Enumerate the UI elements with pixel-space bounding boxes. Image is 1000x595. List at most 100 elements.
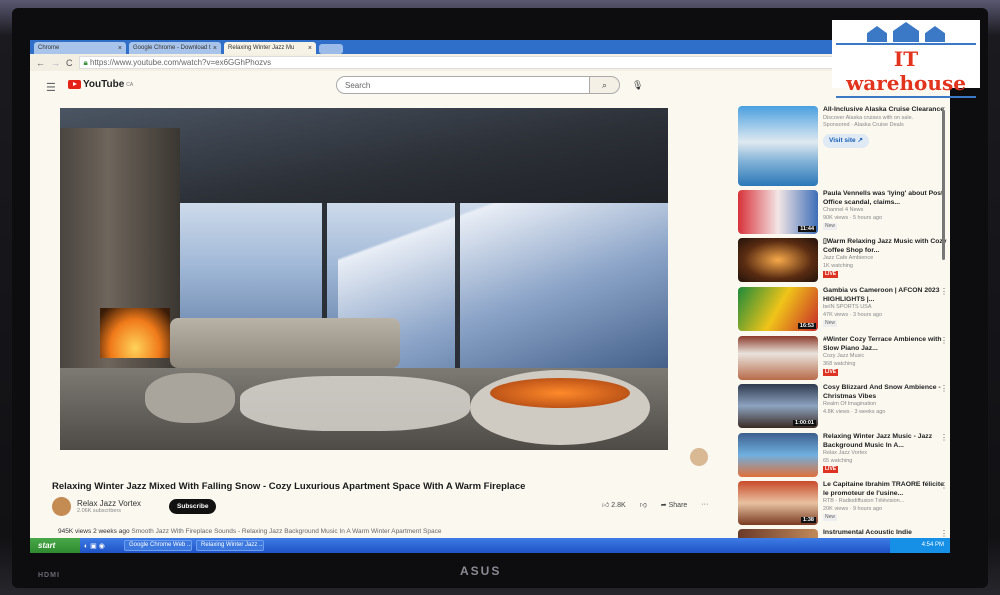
ad-item[interactable]: All-Inclusive Alaska Cruise Clearance Di… <box>738 106 948 186</box>
dislike-button[interactable]: 👎︎ <box>640 500 647 509</box>
more-options-icon[interactable]: ⋮ <box>940 481 948 490</box>
houses-logo-icon <box>832 22 980 42</box>
video-title[interactable]: Cosy Blizzard And Snow Ambience - Christ… <box>823 384 948 401</box>
microphone-icon[interactable]: 🎙︎ <box>632 80 643 91</box>
close-icon[interactable]: × <box>308 45 312 52</box>
video-title[interactable]: Relaxing Winter Jazz Music - Jazz Backgr… <box>823 433 948 450</box>
taskbar: start ◐ ▣ ◉ Google Chrome Web ... Relaxi… <box>30 538 950 553</box>
tab-chrome-download[interactable]: Google Chrome - Download t × <box>129 42 221 54</box>
ad-thumbnail[interactable] <box>738 106 818 186</box>
video-title[interactable]: ▯Warm Relaxing Jazz Music with Cozy Coff… <box>823 238 948 255</box>
live-badge: LIVE <box>823 369 839 376</box>
recommended-video[interactable]: Relaxing Winter Jazz Music - Jazz Backgr… <box>738 433 948 477</box>
recommended-video[interactable]: ▯Warm Relaxing Jazz Music with Cozy Coff… <box>738 238 948 282</box>
youtube-logo[interactable]: YouTube CA <box>68 79 133 90</box>
video-thumbnail[interactable] <box>738 238 818 282</box>
video-meta: Paula Vennells was 'lying' about Post Of… <box>823 190 948 234</box>
tab-chrome[interactable]: Chrome × <box>34 42 126 54</box>
close-icon[interactable]: × <box>118 45 122 52</box>
ad-title[interactable]: All-Inclusive Alaska Cruise Clearance <box>823 106 948 115</box>
thumbs-down-icon: 👎︎ <box>639 502 647 509</box>
channel-name[interactable]: Relax Jazz Vortex <box>823 450 948 458</box>
duration-badge: 16:53 <box>797 323 816 329</box>
channel-name[interactable]: Cozy Jazz Music <box>823 353 948 361</box>
start-button[interactable]: start <box>30 538 80 553</box>
recommended-video[interactable]: 1:00:01 Cosy Blizzard And Snow Ambience … <box>738 384 948 428</box>
video-title[interactable]: Le Capitaine Ibrahim TRAORE félicite le … <box>823 481 948 498</box>
video-player[interactable] <box>60 108 668 450</box>
channel-name[interactable]: Relax Jazz Vortex <box>77 499 141 508</box>
taskbar-item[interactable]: Relaxing Winter Jazz ... <box>196 540 264 551</box>
forward-icon[interactable]: → <box>51 58 60 68</box>
video-frame-sofa <box>170 318 400 368</box>
video-thumbnail[interactable] <box>738 336 818 380</box>
channel-name[interactable]: beIN SPORTS USA <box>823 304 948 312</box>
recommended-video[interactable]: 1:38 Le Capitaine Ibrahim TRAORE félicit… <box>738 481 948 525</box>
like-button[interactable]: 👍︎ 2.8K <box>602 500 626 509</box>
recommended-video[interactable]: 16:53 Gambia vs Cameroon | AFCON 2023 HI… <box>738 287 948 331</box>
video-meta: Gambia vs Cameroon | AFCON 2023 HIGHLIGH… <box>823 287 948 331</box>
ad-meta: All-Inclusive Alaska Cruise Clearance Di… <box>823 106 948 186</box>
video-thumbnail[interactable]: 11:44 <box>738 190 818 234</box>
visit-site-button[interactable]: Visit site ↗ <box>823 133 869 148</box>
channel-name[interactable]: RTB - Radiodiffusion Télévision... <box>823 498 948 506</box>
more-actions-icon[interactable]: ··· <box>701 501 708 508</box>
video-thumbnail[interactable]: 16:53 <box>738 287 818 331</box>
video-stats: 20K views · 9 hours ago <box>823 505 883 512</box>
search-button[interactable]: ⌕ <box>590 76 620 94</box>
tab-strip: Chrome × Google Chrome - Download t × Rela… <box>30 40 950 54</box>
search-input[interactable]: Search <box>336 76 590 94</box>
region-code: CA <box>126 81 134 88</box>
thumbs-up-icon: 👍︎ <box>602 502 610 509</box>
channel-name[interactable]: Realm Of Imagination <box>823 401 948 409</box>
view-count: 945K views <box>58 528 92 535</box>
more-options-icon[interactable]: ⋮ <box>940 529 948 538</box>
external-link-icon: ↗ <box>857 136 863 144</box>
video-thumbnail[interactable]: 1:00:01 <box>738 384 818 428</box>
more-options-icon[interactable]: ⋮ <box>940 433 948 442</box>
channel-watermark[interactable] <box>690 448 708 466</box>
video-stats: 90K views · 5 hours ago <box>823 214 883 221</box>
url-field[interactable]: 🔒︎ https://www.youtube.com/watch?v=ex6GG… <box>78 56 942 69</box>
video-title[interactable]: Paula Vennells was 'lying' about Post Of… <box>823 190 948 207</box>
hamburger-menu-icon[interactable]: ☰ <box>46 81 56 94</box>
close-icon[interactable]: × <box>213 45 217 52</box>
video-title[interactable]: #Winter Cozy Terrace Ambience with Slow … <box>823 336 948 353</box>
share-label: Share <box>668 501 688 509</box>
like-count: 2.8K <box>611 502 626 509</box>
window-mullion <box>455 178 460 378</box>
more-options-icon[interactable]: ⋮ <box>940 336 948 345</box>
tab-label: Google Chrome - Download t <box>133 45 211 51</box>
recommended-video[interactable]: 11:44 Paula Vennells was 'lying' about P… <box>738 190 948 234</box>
back-icon[interactable]: ← <box>36 58 45 68</box>
taskbar-item[interactable]: Google Chrome Web ... <box>124 540 192 551</box>
ad-sponsor: Sponsored · Alaska Cruise Deals <box>823 122 904 128</box>
scrollbar[interactable] <box>942 110 945 260</box>
video-actions: 👍︎ 2.8K 👎︎ ➦ Share ··· <box>602 500 708 509</box>
channel-row: Relax Jazz Vortex 2.06K subscribers Subsc… <box>52 497 217 516</box>
youtube-play-icon <box>68 80 81 89</box>
channel-name[interactable]: Channel 4 News <box>823 207 948 215</box>
description-text: Smooth Jazz With Fireplace Sounds - Rela… <box>131 528 442 535</box>
channel-name[interactable]: Jazz Cafe Ambience <box>823 255 948 263</box>
quick-launch[interactable]: ◐ ▣ ◉ <box>84 542 120 550</box>
video-title: Relaxing Winter Jazz Mixed With Falling … <box>52 481 526 492</box>
tab-youtube[interactable]: Relaxing Winter Jazz Mu × <box>224 42 316 54</box>
video-title[interactable]: Instrumental Acoustic Indie <box>823 529 948 538</box>
share-button[interactable]: ➦ Share <box>661 501 688 509</box>
description-box[interactable]: 945K views 2 weeks ago Smooth Jazz With … <box>58 528 441 535</box>
recommended-video[interactable]: #Winter Cozy Terrace Ambience with Slow … <box>738 336 948 380</box>
video-frame-fire <box>100 308 170 358</box>
subscribe-button[interactable]: Subscribe <box>169 499 217 514</box>
video-thumbnail[interactable]: 1:38 <box>738 481 818 525</box>
more-options-icon[interactable]: ⋮ <box>940 384 948 393</box>
new-tab-button[interactable] <box>319 44 343 54</box>
upload-age: 2 weeks ago <box>93 528 130 535</box>
video-frame-firepit <box>470 370 650 445</box>
channel-avatar[interactable] <box>52 497 71 516</box>
video-title[interactable]: Gambia vs Cameroon | AFCON 2023 HIGHLIGH… <box>823 287 948 304</box>
reload-icon[interactable]: C <box>66 58 73 68</box>
more-options-icon[interactable]: ⋮ <box>940 287 948 296</box>
url-text: https://www.youtube.com/watch?v=ex6GGhPh… <box>89 58 272 67</box>
video-thumbnail[interactable] <box>738 433 818 477</box>
